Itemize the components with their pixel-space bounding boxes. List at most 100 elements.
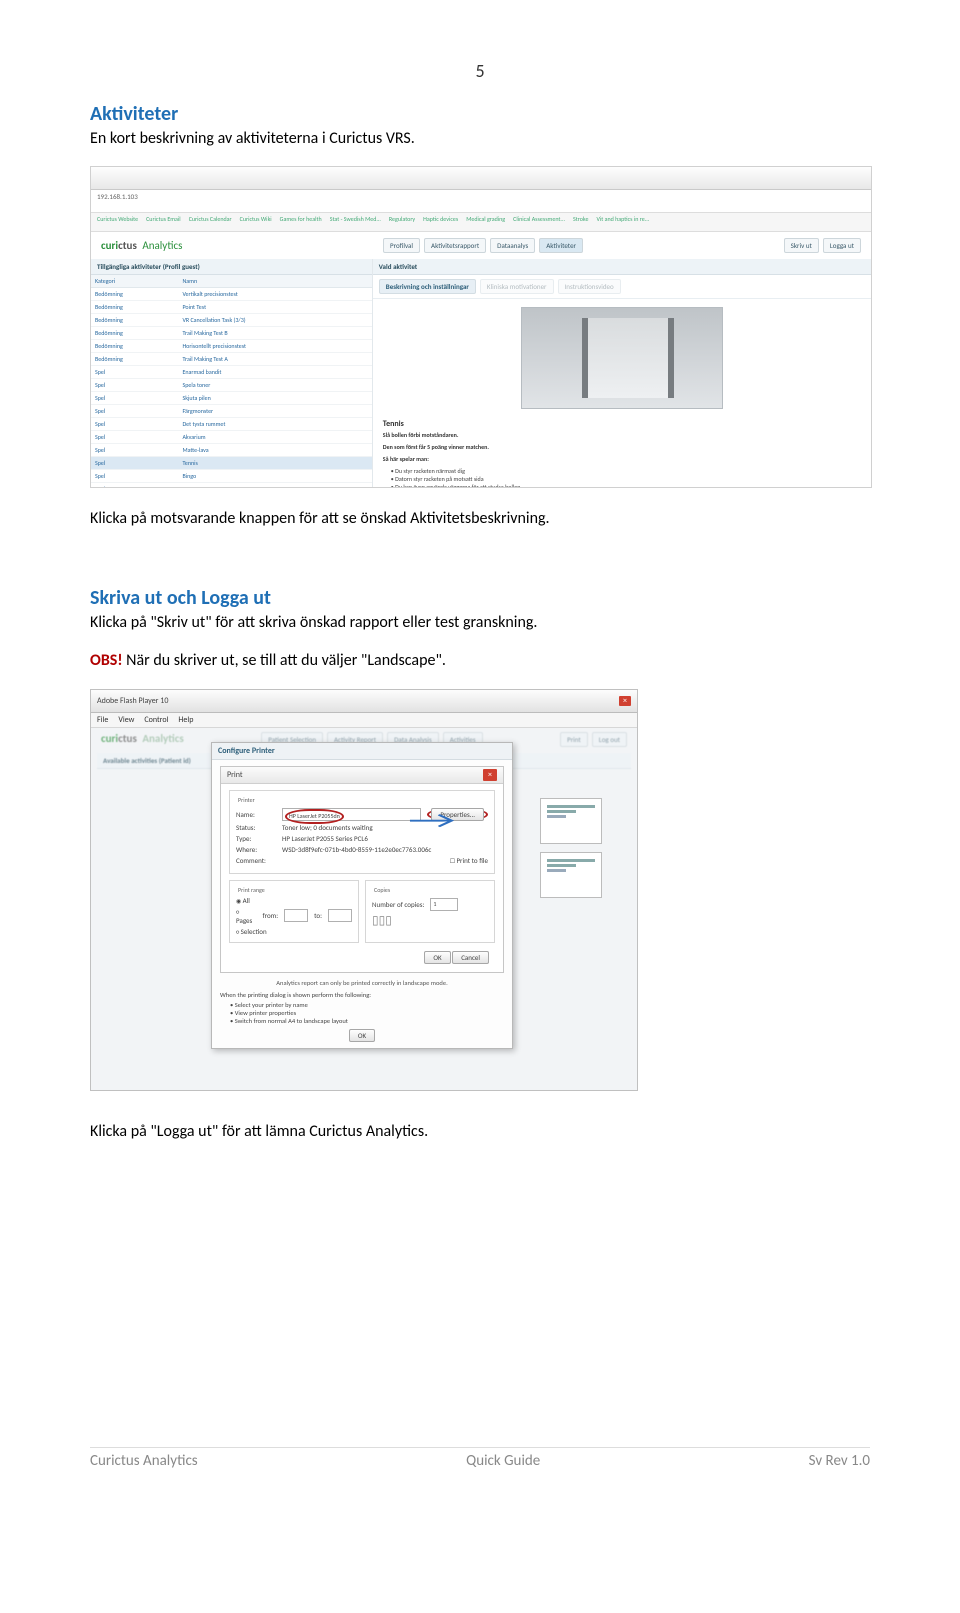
list-item: View printer properties xyxy=(230,1009,504,1017)
bookmark-item[interactable]: Games for health xyxy=(280,215,322,229)
print-cancel-button[interactable]: Cancel xyxy=(452,951,489,964)
range-pages-radio[interactable]: Pages xyxy=(236,907,257,925)
footer-left: Curictus Analytics xyxy=(90,1452,198,1470)
printer-name-input[interactable]: HP LaserJet P2055dn xyxy=(282,808,421,821)
print-dialog-title: Print × xyxy=(221,767,503,784)
header-right-buttons: Skriv ut Logga ut xyxy=(784,238,861,253)
table-row[interactable]: SpelBingo xyxy=(91,470,372,483)
table-row[interactable]: BedömningPoint Test xyxy=(91,301,372,314)
subtabs: Beskrivning och inställningar Kliniska m… xyxy=(373,275,871,299)
bookmark-item[interactable]: Medical grading xyxy=(466,215,505,229)
copies-input[interactable]: 1 xyxy=(430,898,458,911)
landscape-thumb-2 xyxy=(540,852,602,898)
page-number: 5 xyxy=(90,60,870,82)
list-item: Du kan även använda väggarna för att stu… xyxy=(391,483,853,488)
bookmark-item[interactable]: Curictus Wiki xyxy=(240,215,272,229)
obs-line: OBS! När du skriver ut, se till att du v… xyxy=(90,650,870,672)
arrow-icon: → xyxy=(408,806,456,835)
menu-item[interactable]: File xyxy=(97,715,108,725)
print-to-file-checkbox[interactable]: Print to file xyxy=(450,856,488,865)
game-howto-head: Så här spelar man: xyxy=(373,455,871,467)
bookmark-item[interactable]: Haptic devices xyxy=(423,215,458,229)
browser-titlebar xyxy=(91,167,871,190)
game-howto-list: Du styr racketen närmast digDatorn styr … xyxy=(373,467,871,488)
table-row[interactable]: SpelAkvarium xyxy=(91,431,372,444)
blur-print: Print xyxy=(560,732,588,747)
body-aktiviteter: En kort beskrivning av aktiviteterna i C… xyxy=(90,128,870,150)
table-header: Kategori Namn xyxy=(91,275,372,288)
heading-skriv-logga: Skriva ut och Logga ut xyxy=(90,586,870,610)
menu-item[interactable]: Help xyxy=(178,715,193,725)
table-row[interactable]: BedömningVR Cancellation Task (3/3) xyxy=(91,314,372,327)
close-icon[interactable]: × xyxy=(483,769,497,781)
copies-group: Copies Number of copies:1 ▯▯▯ xyxy=(365,880,495,943)
subtab-kliniska[interactable]: Kliniska motivationer xyxy=(480,279,554,294)
orientation-thumbs xyxy=(531,790,611,906)
game-title: Tennis xyxy=(373,415,871,431)
bookmark-item[interactable]: Stroke xyxy=(573,215,588,229)
list-item: Switch from normal A4 to landscape layou… xyxy=(230,1017,504,1025)
logo-part1: curi xyxy=(101,239,118,252)
table-row[interactable]: BedömningHorisontellt precisionstest xyxy=(91,340,372,353)
bookmark-item[interactable]: Curictus Website xyxy=(97,215,138,229)
table-row[interactable]: SpelSpela toner xyxy=(91,379,372,392)
tab-aktiviteter[interactable]: Aktiviteter xyxy=(539,238,583,253)
right-panel-header: Vald aktivitet xyxy=(373,259,871,275)
game-subtitle2: Den som först får 5 poäng vinner matchen… xyxy=(373,443,871,455)
table-row[interactable]: SpelEnarmad bandit xyxy=(91,366,372,379)
table-row[interactable]: SpelMatte-lava xyxy=(91,444,372,457)
table-row[interactable]: SpelTennis xyxy=(91,457,372,470)
bookmark-item[interactable]: Stat - Swedish Med... xyxy=(330,215,381,229)
app-header: curictus Analytics Profilval Aktivitetsr… xyxy=(91,232,871,259)
print-ok-button[interactable]: OK xyxy=(424,951,450,964)
bookmark-item[interactable]: Curictus Email xyxy=(146,215,181,229)
tab-aktivitetsrapport[interactable]: Aktivitetsrapport xyxy=(424,238,486,253)
list-item: Du styr racketen närmast dig xyxy=(391,467,853,475)
dialog-body: Print × Printer Name: HP LaserJet P2055d… xyxy=(212,760,512,1048)
app-logo-blur: curictus Analytics xyxy=(101,732,184,747)
game-preview xyxy=(521,307,723,409)
list-item: Select your printer by name xyxy=(230,1001,504,1009)
body-skriv-logga: Klicka på "Skriv ut" för att skriva önsk… xyxy=(90,612,870,634)
bookmark-item[interactable]: Clinical Assessment... xyxy=(513,215,565,229)
table-row[interactable]: BedömningTrail Making Test A xyxy=(91,353,372,366)
steps-header: When the printing dialog is shown perfor… xyxy=(220,991,504,999)
table-row[interactable]: SpelFärgmonster xyxy=(91,405,372,418)
flash-window: Adobe Flash Player 10 × File View Control H… xyxy=(91,690,637,1090)
bookmark-item[interactable]: Curictus Calendar xyxy=(189,215,232,229)
left-panel-header: Tillgängliga aktiviteter (Profil guest) xyxy=(91,259,372,275)
menu-item[interactable]: View xyxy=(118,715,134,725)
left-panel: Tillgängliga aktiviteter (Profil guest) … xyxy=(91,259,373,488)
screenshot-print-dialog: Adobe Flash Player 10 × File View Control H… xyxy=(90,689,638,1091)
landscape-note: Analytics report can only be printed cor… xyxy=(220,979,504,987)
table-row[interactable]: SpelSkjuta pilen xyxy=(91,392,372,405)
obs-text: När du skriver ut, se till att du väljer… xyxy=(123,651,446,670)
range-all-radio[interactable]: All xyxy=(236,896,352,905)
window-close-icon[interactable]: × xyxy=(619,696,631,706)
bookmark-item[interactable]: Vit and haptics in re... xyxy=(596,215,649,229)
screenshot-curictus-analytics: 192.168.1.103 Curictus WebsiteCurictus E… xyxy=(90,166,872,488)
window-title: Adobe Flash Player 10 xyxy=(97,696,168,706)
config-ok-button[interactable]: OK xyxy=(349,1029,375,1042)
subtab-video[interactable]: Instruktionsvideo xyxy=(558,279,621,294)
table-row[interactable]: BedömningVertikalt precisionstest xyxy=(91,288,372,301)
logga-ut-button[interactable]: Logga ut xyxy=(823,238,861,253)
page: 5 Aktiviteter En kort beskrivning av akt… xyxy=(0,0,960,1500)
caption-screenshot1: Klicka på motsvarande knappen för att se… xyxy=(90,508,870,530)
menu-item[interactable]: Control xyxy=(144,715,168,725)
skriv-ut-button[interactable]: Skriv ut xyxy=(784,238,819,253)
dialog-header: Configure Printer xyxy=(212,743,512,760)
tab-profilval[interactable]: Profilval xyxy=(383,238,420,253)
landscape-thumb xyxy=(540,798,602,844)
table-row[interactable]: SpelKroppar xyxy=(91,483,372,488)
activities-table: Kategori Namn BedömningVertikalt precisi… xyxy=(91,275,372,488)
blur-logout: Log out xyxy=(592,732,627,747)
bookmark-item[interactable]: Regulatory xyxy=(389,215,415,229)
right-panel: Vald aktivitet Beskrivning och inställni… xyxy=(373,259,871,488)
subtab-beskrivning[interactable]: Beskrivning och inställningar xyxy=(379,279,476,294)
table-row[interactable]: BedömningTrail Making Test B xyxy=(91,327,372,340)
logo-suffix: Analytics xyxy=(142,239,182,252)
table-row[interactable]: SpelDet tysta rummet xyxy=(91,418,372,431)
tab-dataanalys[interactable]: Dataanalys xyxy=(490,238,535,253)
range-selection-radio[interactable]: Selection xyxy=(236,927,352,936)
